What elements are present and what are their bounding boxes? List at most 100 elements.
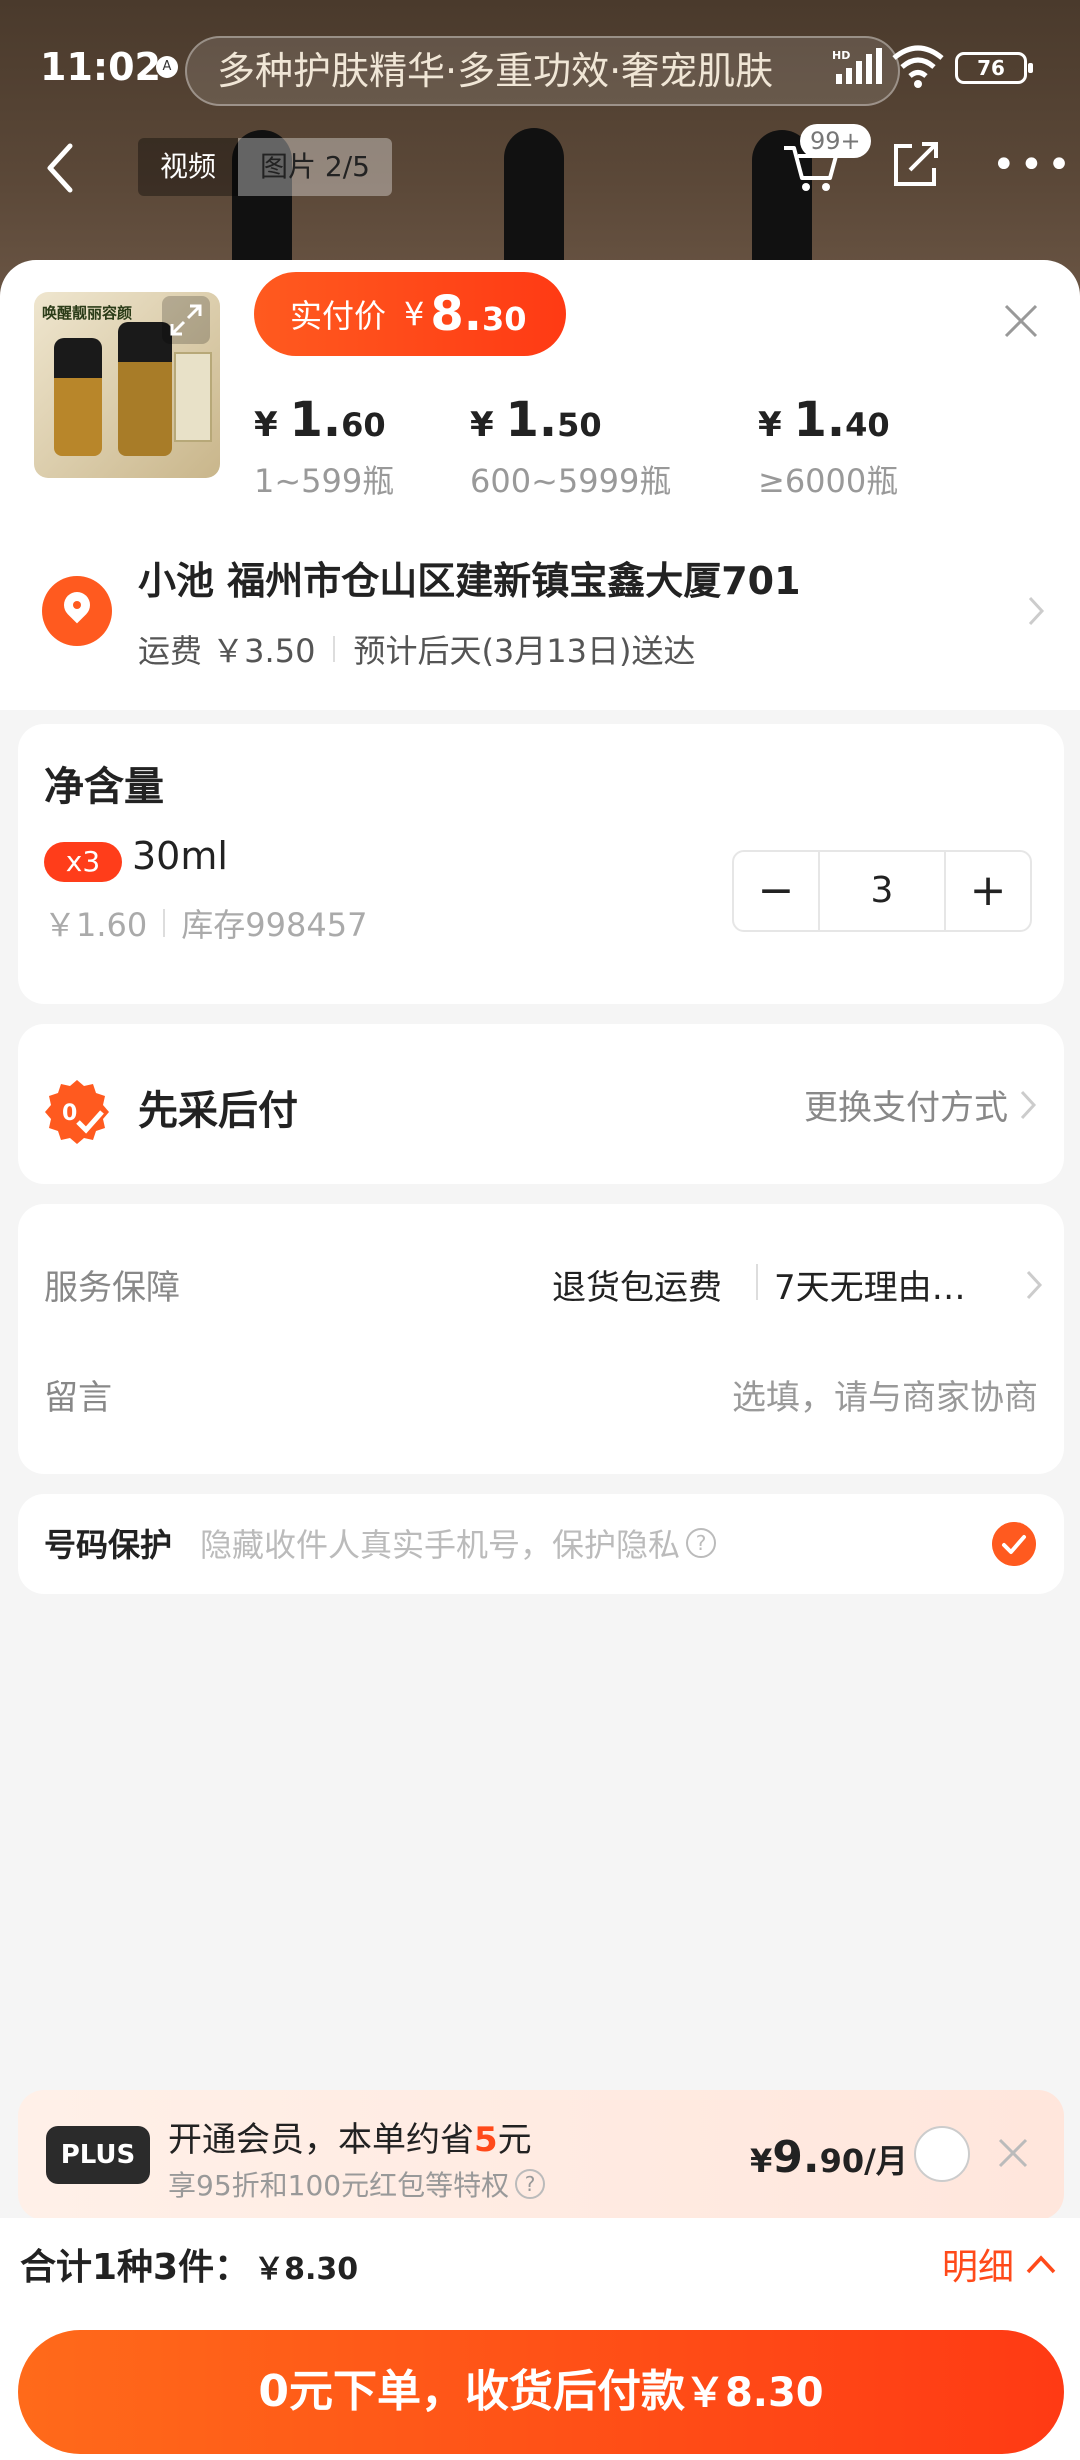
address-name-line: 小池 福州市仓山区建新镇宝鑫大厦701 [138,559,801,603]
spec-title: 净含量 [44,764,164,810]
plus-price-dec: 90/月 [819,2142,908,2180]
shipping-info: 运费 ￥3.50 预计后天(3月13日)送达 [138,626,696,672]
price-tier: ¥ 1.60 1~599瓶 [254,392,494,502]
help-icon[interactable]: ? [515,2169,546,2199]
spec-card: 净含量 x3 30ml ￥1.60 库存998457 − 3 + [18,724,1064,1004]
tier-price-dec: 60 [341,406,386,444]
divider [163,909,166,937]
signal-icon: HD [832,48,882,84]
product-bottle-image [504,128,564,278]
note-input[interactable]: 选填，请与商家协商 [732,1370,1038,1419]
privacy-checkbox[interactable] [992,1522,1036,1566]
tier-price-dec: 40 [845,406,890,444]
divider [756,1264,758,1300]
price-tier: ¥ 1.50 600~5999瓶 [470,392,710,502]
app-notification-icon: A [156,56,178,78]
quantity-stepper: − 3 + [732,850,1032,932]
service-label: 服务保障 [44,1268,180,1308]
svg-text:HD: HD [832,49,850,62]
tier-range: 600~5999瓶 [470,462,672,500]
detail-toggle[interactable]: 明细 [942,2238,1058,2290]
plus-subtitle: 享95折和100元红包等特权 ? [168,2164,546,2204]
pay-later-icon: 0 [45,1080,109,1144]
status-bar: 11:02 A 多种护肤精华·多重功效·奢宠肌肤 HD 76 视频 图片 2/5… [0,0,1080,196]
plus-logo: PLUS [46,2126,150,2184]
media-tab-switch: 视频 图片 2/5 [138,138,392,196]
plus-membership-banner: PLUS 开通会员，本单约省5元 享95折和100元红包等特权 ? ¥9.90/… [18,2090,1064,2220]
delivery-eta: 预计后天(3月13日)送达 [353,632,696,670]
spec-option-volume[interactable]: 30ml [132,834,228,878]
place-order-button[interactable]: 0元下单，收货后付款￥8.30 [18,2330,1064,2454]
tier-price-int: 1. [505,392,558,448]
help-icon[interactable]: ? [686,1528,717,1558]
checkout-footer: 合计1种3件： ￥8.30 明细 0元下单，收货后付款￥8.30 [0,2218,1080,2460]
thumbnail-bottle [54,338,102,456]
close-icon[interactable] [1000,300,1042,342]
order-button-price: ￥8.30 [684,2370,824,2416]
more-icon[interactable]: ••• [992,145,1075,185]
tier-price-dec: 50 [557,406,602,444]
back-arrow-icon[interactable] [40,140,80,196]
note-label: 留言 [44,1378,112,1418]
service-item-7day-return[interactable]: 7天无理由退货 [774,1260,994,1309]
total-value: ￥8.30 [254,2252,359,2287]
tier-price-int: 1. [289,392,342,448]
increase-button[interactable]: + [946,852,1030,930]
tier-symbol: ¥ [470,405,506,445]
tier-range: ≥6000瓶 [758,462,899,500]
service-item-return-shipping[interactable]: 退货包运费 [552,1260,722,1309]
wifi-icon [892,45,944,88]
privacy-hint: 隐藏收件人真实手机号，保护隐私 ? [200,1520,717,1566]
spec-meta: ￥1.60 库存998457 [44,900,367,946]
tab-image[interactable]: 图片 2/5 [238,138,392,196]
quantity-input[interactable]: 3 [818,852,946,930]
chevron-right-icon [1028,596,1045,626]
thumbnail-caption: 唤醒靓丽容颜 [42,304,133,322]
tier-price-int: 1. [793,392,846,448]
price-integer: 8. [430,286,483,342]
detail-label: 明细 [941,2247,1014,2288]
price-label: 实付价 [290,297,387,335]
chevron-up-icon [1026,2255,1056,2274]
tab-video[interactable]: 视频 [138,138,239,196]
actual-price-pill: 实付价 ¥ 8. 30 [254,272,566,356]
privacy-hint-text: 隐藏收件人真实手机号，保护隐私 [200,1526,681,1564]
price-symbol: ¥ [404,295,425,333]
address-row[interactable] [0,510,1080,710]
payment-title: 先采后付 [138,1088,298,1134]
product-title-banner: 多种护肤精华·多重功效·奢宠肌肤 [185,36,900,106]
close-icon[interactable] [994,2134,1032,2172]
price-tier: ¥ 1.40 ≥6000瓶 [758,392,998,502]
change-payment-link[interactable]: 更换支付方式 [804,1080,1008,1129]
plus-price-int: 9. [772,2132,820,2183]
expand-icon[interactable] [162,296,210,344]
unit-price: ￥1.60 [44,906,148,944]
tier-symbol: ¥ [758,405,794,445]
thumbnail-box [174,352,212,442]
status-time: 11:02 [40,45,161,89]
plus-select-radio[interactable] [914,2126,970,2182]
privacy-card: 号码保护 隐藏收件人真实手机号，保护隐私 ? [18,1494,1064,1594]
cart-count-badge: 99+ [800,124,871,158]
quantity-badge: x3 [44,842,122,882]
plus-saving-amount: 5 [474,2120,498,2160]
shipping-fee: 运费 ￥3.50 [138,632,316,670]
plus-price-symbol: ¥ [750,2142,773,2180]
battery-icon: 76 [955,52,1033,84]
payment-method-card[interactable]: 0 先采后付 更换支付方式 [18,1024,1064,1184]
svg-text:0: 0 [62,1101,77,1126]
total-label: 合计1种3件： [20,2247,251,2288]
order-button-label: 0元下单，收货后付款 [258,2366,685,2417]
location-pin-icon [42,576,112,646]
plus-title-text: 开通会员，本单约省 [168,2120,474,2160]
stock-count: 库存998457 [181,906,368,944]
plus-subtitle-text: 享95折和100元红包等特权 [168,2169,510,2202]
share-icon[interactable] [888,136,944,192]
tier-range: 1~599瓶 [254,462,395,500]
tier-symbol: ¥ [254,405,290,445]
decrease-button[interactable]: − [734,852,818,930]
plus-price: ¥9.90/月 [750,2132,908,2183]
divider [333,636,336,662]
privacy-label: 号码保护 [44,1526,173,1564]
order-total: 合计1种3件： ￥8.30 [20,2238,358,2290]
